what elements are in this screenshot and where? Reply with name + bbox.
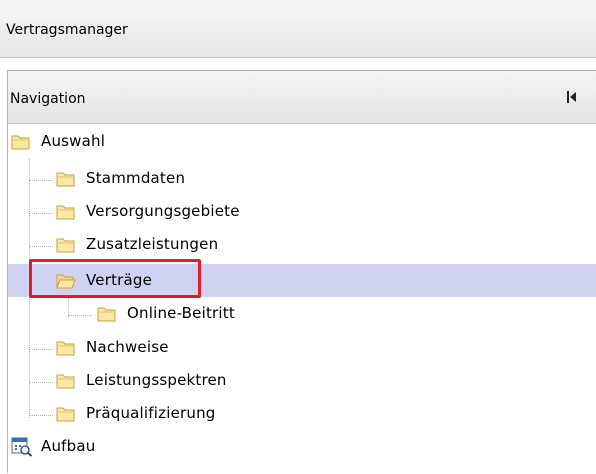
tree-item-label: Aufbau [41,437,96,455]
tree-item-label: Versorgungsgebiete [86,202,240,220]
tree-item-stammdaten[interactable]: Stammdaten [8,162,596,195]
tree-item-label: Online-Beitritt [127,304,235,322]
collapse-left-icon[interactable] [565,88,579,106]
folder-icon [56,171,76,187]
tree-item-label: Stammdaten [86,169,186,187]
tree-item-praequalifizierung[interactable]: Präqualifizierung [8,397,596,430]
app-title: Vertragsmanager [6,22,128,38]
folder-icon [56,406,76,422]
tree-item-versorgungsgebiete[interactable]: Versorgungsgebiete [8,195,596,228]
folder-icon [97,306,117,322]
tree-item-label: Auswahl [41,132,106,150]
tree-item-label: Präqualifizierung [86,404,216,422]
tree-item-zusatzleistungen[interactable]: Zusatzleistungen [8,228,596,261]
tree-item-auswahl[interactable]: Auswahl [8,125,596,158]
folder-icon [56,340,76,356]
annotation-highlight-box [29,259,201,298]
tree-item-aufbau[interactable]: Aufbau [8,430,596,463]
app-title-bar: Vertragsmanager [0,0,596,58]
tree-item-label: Leistungsspektren [86,371,227,389]
tree-item-label: Zusatzleistungen [86,235,219,253]
navigation-header: Navigation [8,71,596,124]
folder-open-icon [11,134,31,150]
folder-icon [56,237,76,253]
folder-icon [56,373,76,389]
calendar-search-icon [11,437,33,457]
navigation-title: Navigation [10,91,86,107]
tree-item-online-beitritt[interactable]: Online-Beitritt [8,297,596,330]
tree-item-leistungsspektren[interactable]: Leistungsspektren [8,364,596,397]
navigation-tree: Auswahl Stammdaten Versorgungsgebiete Zu… [8,125,596,474]
folder-icon [56,204,76,220]
tree-item-label: Nachweise [86,338,169,356]
tree-item-nachweise[interactable]: Nachweise [8,331,596,364]
